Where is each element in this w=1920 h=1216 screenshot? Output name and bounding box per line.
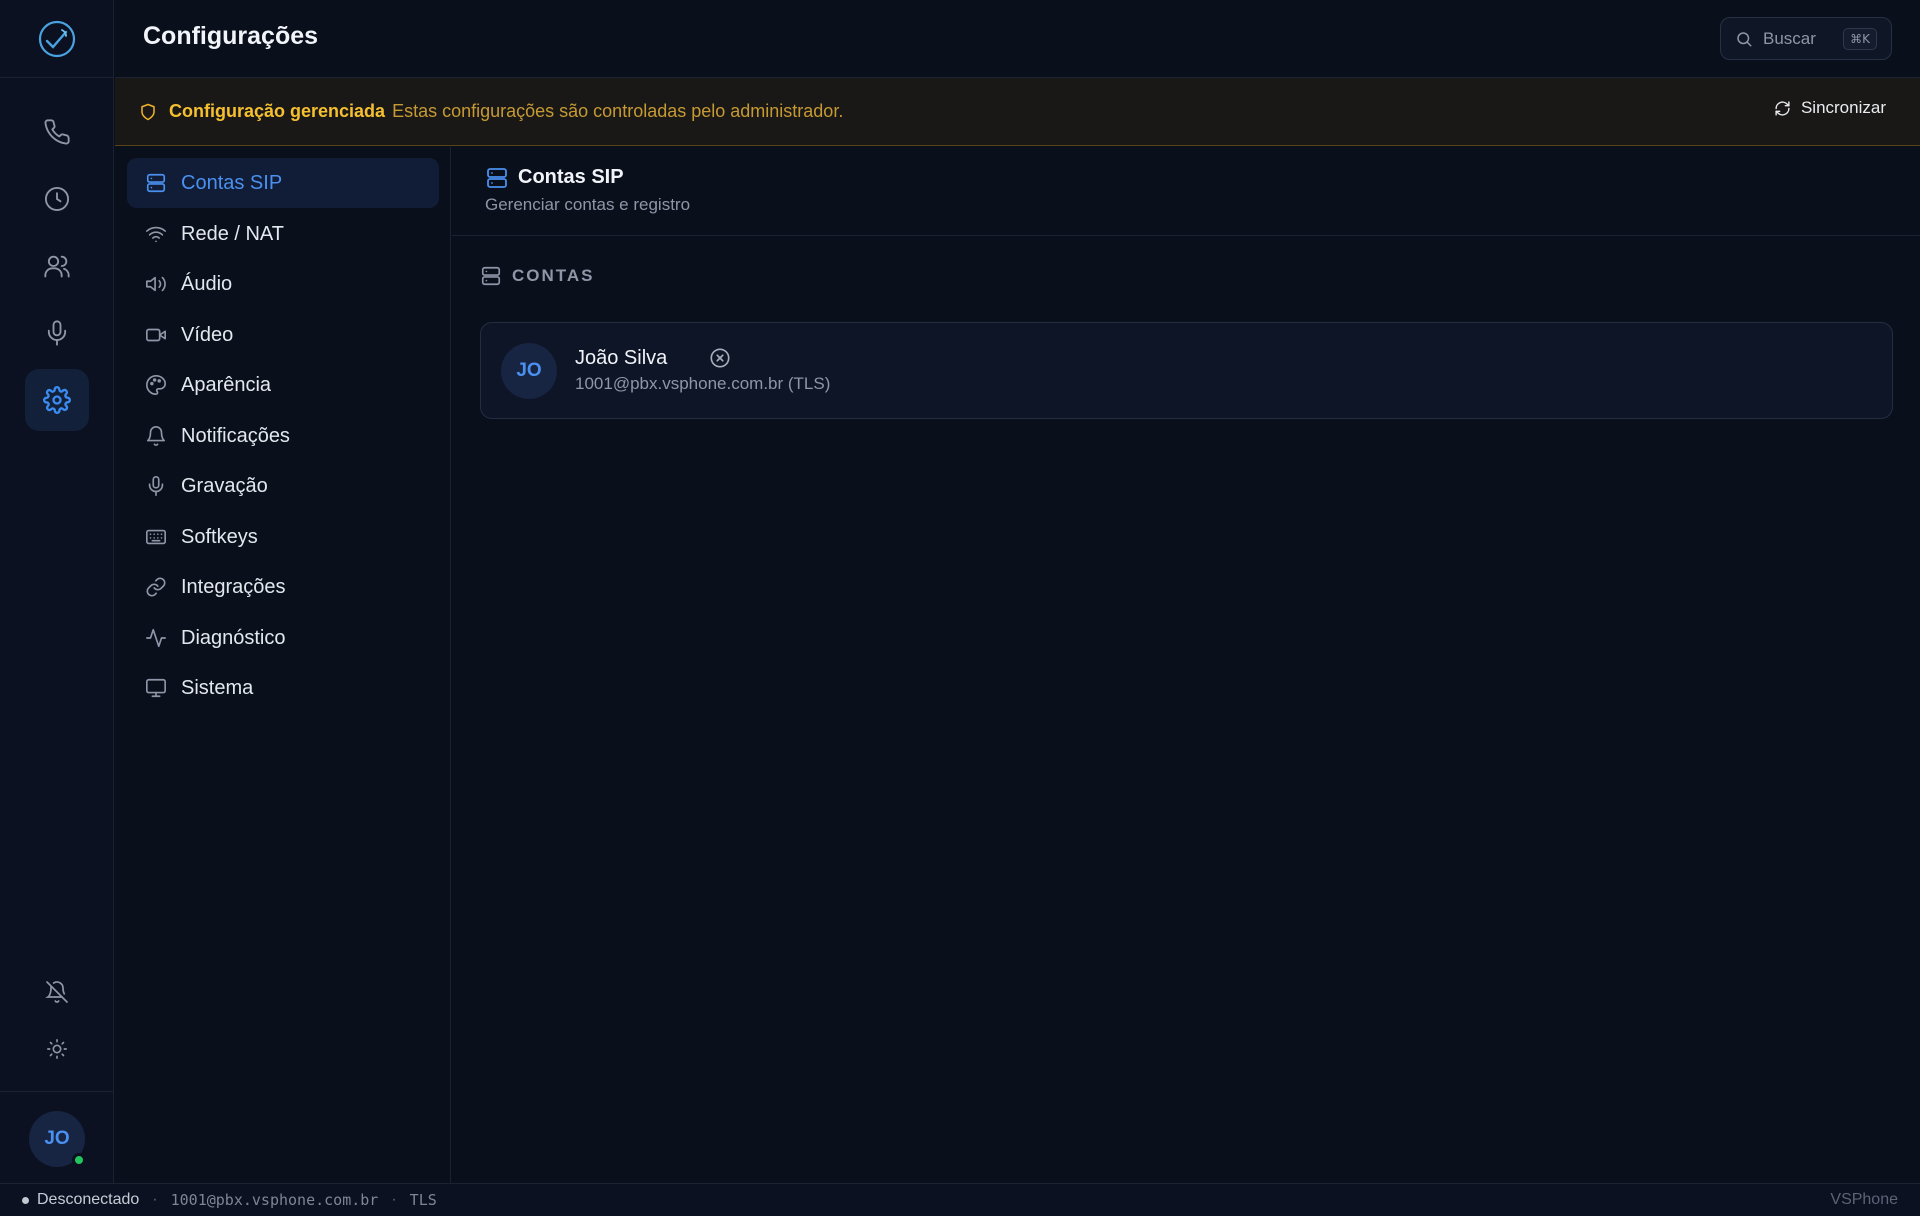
nav-item-label: Gravação xyxy=(181,474,268,497)
status-separator: · xyxy=(152,1191,158,1208)
nav-item-label: Notificações xyxy=(181,424,290,447)
status-account: 1001@pbx.vsphone.com.br xyxy=(170,1191,379,1209)
banner-message: Estas configurações são controladas pelo… xyxy=(392,101,844,121)
server-icon xyxy=(481,266,501,286)
search-button[interactable]: Buscar ⌘K xyxy=(1720,17,1892,60)
accounts-group-header: CONTAS xyxy=(480,265,595,287)
settings-nav: Contas SIP Rede / NAT Áudio Vídeo Aparên… xyxy=(115,147,451,1183)
sync-label: Sincronizar xyxy=(1800,98,1886,117)
account-card[interactable]: JO João Silva 1001@pbx.vsphone.com.br (T… xyxy=(480,322,1893,419)
nav-item-video[interactable]: Vídeo xyxy=(127,310,439,360)
icon-rail: JO xyxy=(0,0,114,1183)
nav-item-softkeys[interactable]: Softkeys xyxy=(127,512,439,562)
nav-item-aparencia[interactable]: Aparência xyxy=(127,360,439,410)
rail-theme-button[interactable] xyxy=(25,1018,89,1080)
speaker-icon xyxy=(145,273,167,295)
users-icon xyxy=(44,255,70,278)
nav-item-sistema[interactable]: Sistema xyxy=(127,663,439,713)
keyboard-icon xyxy=(145,526,167,548)
account-avatar: JO xyxy=(501,343,557,399)
rail-notifications-off-button[interactable] xyxy=(25,961,89,1023)
search-label: Buscar xyxy=(1763,28,1816,48)
nav-item-label: Softkeys xyxy=(181,525,258,548)
connection-status-dot xyxy=(22,1196,29,1204)
phone-icon xyxy=(44,119,70,145)
sync-button[interactable]: Sincronizar xyxy=(1774,98,1886,118)
clock-icon xyxy=(44,186,70,212)
bell-off-icon xyxy=(45,981,68,1003)
nav-item-label: Integrações xyxy=(181,575,286,598)
nav-item-rede-nat[interactable]: Rede / NAT xyxy=(127,209,439,259)
nav-item-audio[interactable]: Áudio xyxy=(127,259,439,309)
app-logo[interactable] xyxy=(0,0,114,78)
status-bar: Desconectado · 1001@pbx.vsphone.com.br ·… xyxy=(0,1183,1920,1216)
bell-icon xyxy=(145,425,167,447)
sun-icon xyxy=(47,1039,67,1059)
nav-item-gravacao[interactable]: Gravação xyxy=(127,461,439,511)
video-icon xyxy=(145,324,167,346)
search-shortcut-badge: ⌘K xyxy=(1843,27,1877,50)
search-icon xyxy=(1737,31,1752,46)
rail-settings-button[interactable] xyxy=(25,369,89,431)
monitor-icon xyxy=(145,677,167,699)
account-name: João Silva xyxy=(575,347,668,369)
nav-item-diagnostico[interactable]: Diagnóstico xyxy=(127,613,439,663)
accounts-group-label: CONTAS xyxy=(512,266,595,285)
nav-item-label: Rede / NAT xyxy=(181,222,284,245)
microphone-icon xyxy=(47,320,67,346)
status-transport: TLS xyxy=(409,1191,437,1209)
rail-recordings-button[interactable] xyxy=(25,302,89,364)
presence-indicator xyxy=(72,1153,86,1167)
status-separator: · xyxy=(391,1191,397,1208)
top-header: Configurações Buscar ⌘K xyxy=(115,0,1920,78)
nav-item-integracoes[interactable]: Integrações xyxy=(127,562,439,612)
nav-item-label: Sistema xyxy=(181,676,254,699)
activity-icon xyxy=(145,627,167,649)
rail-calls-button[interactable] xyxy=(25,101,89,163)
rail-contacts-button[interactable] xyxy=(25,235,89,297)
rail-history-button[interactable] xyxy=(25,168,89,230)
page-title: Configurações xyxy=(143,22,319,50)
account-address: 1001@pbx.vsphone.com.br (TLS) xyxy=(575,374,831,393)
section-header: Contas SIP Gerenciar contas e registro xyxy=(452,147,1920,236)
server-icon xyxy=(485,166,509,190)
main-content: Contas SIP Gerenciar contas e registro C… xyxy=(452,147,1920,1183)
wifi-icon xyxy=(145,223,167,245)
server-icon xyxy=(145,172,167,194)
nav-item-label: Diagnóstico xyxy=(181,626,286,649)
app-brand: VSPhone xyxy=(1830,1191,1898,1208)
section-subtitle: Gerenciar contas e registro xyxy=(485,195,691,214)
refresh-icon xyxy=(1775,100,1790,116)
nav-item-contas-sip[interactable]: Contas SIP xyxy=(127,158,439,208)
nav-item-label: Vídeo xyxy=(181,323,234,346)
gear-icon xyxy=(43,386,71,414)
banner-title: Configuração gerenciada xyxy=(169,101,386,121)
nav-item-notificacoes[interactable]: Notificações xyxy=(127,411,439,461)
section-title: Contas SIP xyxy=(518,166,624,188)
microphone-icon xyxy=(145,475,167,497)
shield-icon xyxy=(141,103,155,120)
link-icon xyxy=(145,576,167,598)
rail-divider xyxy=(0,1091,114,1092)
x-circle-icon xyxy=(709,347,731,369)
managed-config-banner: Configuração gerenciada Estas configuraç… xyxy=(115,78,1920,146)
palette-icon xyxy=(145,374,167,396)
nav-item-label: Contas SIP xyxy=(181,171,283,194)
logo-icon xyxy=(38,20,76,57)
nav-item-label: Áudio xyxy=(181,272,233,295)
connection-status: Desconectado xyxy=(37,1191,140,1208)
nav-item-label: Aparência xyxy=(181,373,272,396)
app-window: JO Configurações Buscar ⌘K Configuração … xyxy=(0,0,1920,1216)
